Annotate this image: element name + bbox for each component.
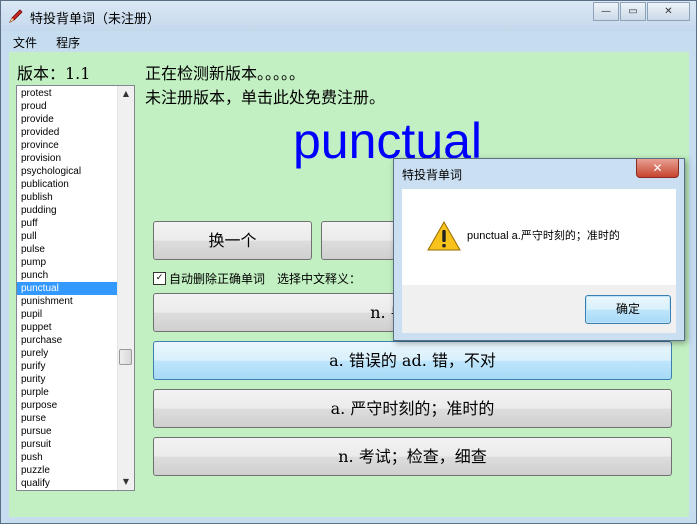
word-list-item[interactable]: pupil [17,308,118,321]
version-label: 版本：1.1 [17,64,91,83]
word-list-item[interactable]: puff [17,217,118,230]
word-list-item[interactable]: provided [17,126,118,139]
word-list-item[interactable]: pursue [17,425,118,438]
choose-meaning-label: 选择中文释义： [277,272,362,286]
word-list-item[interactable]: proud [17,100,118,113]
register-link[interactable]: 未注册版本，单击此处免费注册。 [145,84,385,108]
word-list-item[interactable]: purple [17,386,118,399]
word-list-item[interactable]: punctual [17,282,118,295]
word-list-item[interactable]: pudding [17,204,118,217]
title-bar[interactable]: 特投背单词（未注册） — ▭ ✕ [1,1,696,31]
word-list[interactable]: protest proud provide provided province provi… [16,85,135,491]
word-list-item[interactable]: protest [17,87,118,100]
word-list-item[interactable]: publish [17,191,118,204]
word-list-item[interactable]: purely [17,347,118,360]
word-list-item[interactable]: provision [17,152,118,165]
change-word-button[interactable]: 换一个 [153,221,312,260]
scroll-up-icon[interactable]: ▲ [118,86,134,102]
list-scrollbar[interactable]: ▲ ▼ [117,86,134,490]
maximize-button[interactable]: ▭ [620,2,646,21]
word-list-item[interactable]: purse [17,412,118,425]
choice-button-4[interactable]: n. 考试；检查，细查 [153,437,672,476]
warning-icon [427,221,461,251]
scroll-down-icon[interactable]: ▼ [118,474,134,490]
dialog-body: punctual a.严守时刻的；准时的 [402,189,676,285]
auto-delete-checkbox-row[interactable]: ✓ 自动删除正确单词 选择中文释义： [153,270,361,287]
word-list-item[interactable]: province [17,139,118,152]
word-list-item[interactable]: push [17,451,118,464]
word-list-item[interactable]: purchase [17,334,118,347]
dialog-close-button[interactable]: ✕ [636,159,679,178]
close-button[interactable]: ✕ [647,2,690,21]
message-dialog: 特投背单词 ✕ punctual a.严守时刻的；准时的 确定 [393,158,685,341]
auto-delete-checkbox[interactable]: ✓ [153,272,166,285]
minimize-button[interactable]: — [593,2,619,21]
word-list-item[interactable]: pull [17,230,118,243]
word-list-item[interactable]: purpose [17,399,118,412]
word-list-item[interactable]: publication [17,178,118,191]
word-list-item[interactable]: puzzle [17,464,118,477]
word-list-item[interactable]: pulse [17,243,118,256]
word-list-item[interactable]: provide [17,113,118,126]
word-list-item[interactable]: punch [17,269,118,282]
pencil-icon [9,9,23,23]
ok-button[interactable]: 确定 [585,295,671,324]
word-list-item[interactable]: puppet [17,321,118,334]
dialog-title: 特投背单词 [402,168,463,182]
window-title: 特投背单词（未注册） [30,12,161,27]
word-list-item[interactable]: pump [17,256,118,269]
scroll-thumb[interactable] [119,349,132,365]
word-list-item[interactable]: punishment [17,295,118,308]
auto-delete-label: 自动删除正确单词 [169,272,266,286]
word-list-item[interactable]: psychological [17,165,118,178]
choice-button-2[interactable]: a. 错误的 ad. 错，不对 [153,341,672,380]
menu-bar: 文件 程序 [9,32,689,51]
word-list-item[interactable]: pursuit [17,438,118,451]
word-list-item[interactable]: qualify [17,477,118,490]
word-list-item[interactable]: purify [17,360,118,373]
menu-program[interactable]: 程序 [56,34,80,53]
dialog-message: punctual a.严守时刻的；准时的 [467,230,620,242]
word-list-item[interactable]: purity [17,373,118,386]
update-status: 正在检测新版本。。。。。 [145,64,306,83]
menu-file[interactable]: 文件 [13,34,37,53]
choice-button-3[interactable]: a. 严守时刻的；准时的 [153,389,672,428]
dialog-footer: 确定 [402,285,676,333]
